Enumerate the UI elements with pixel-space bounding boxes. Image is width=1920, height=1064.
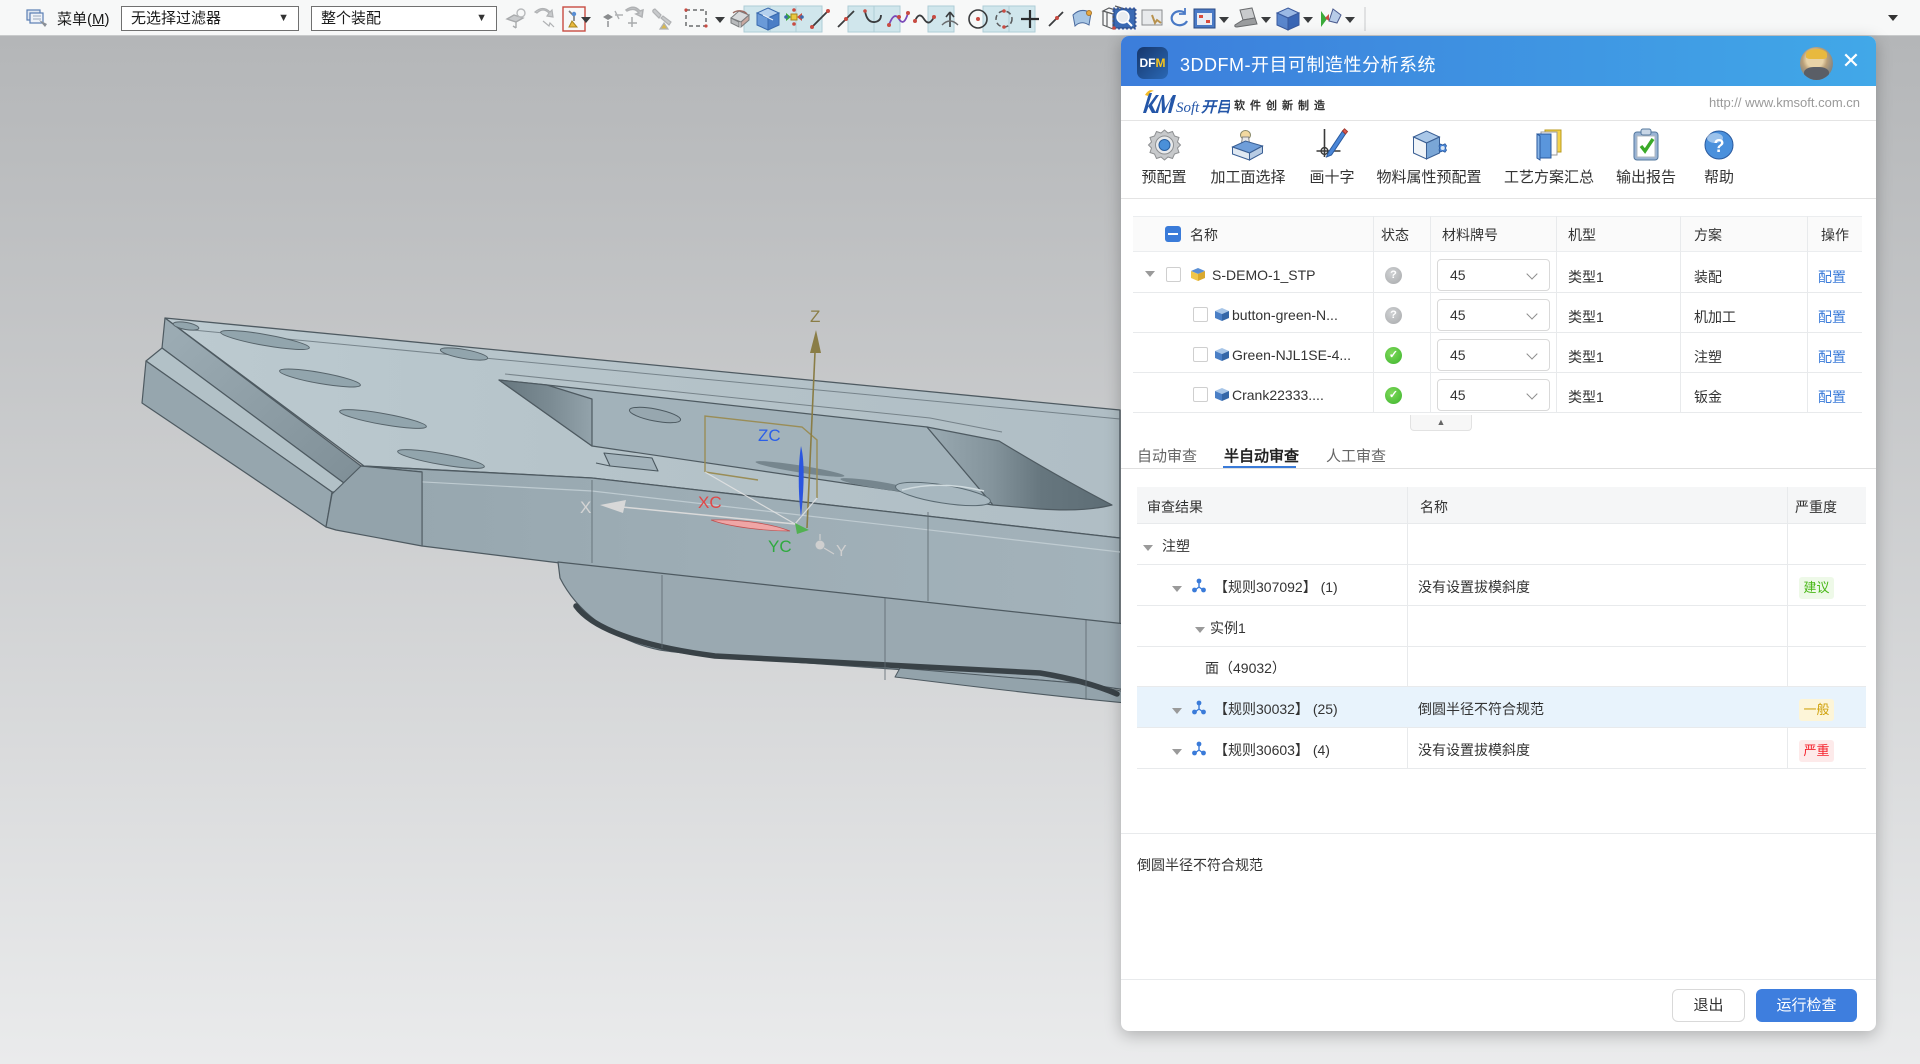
svg-text:X: X	[580, 498, 591, 517]
svg-text:ZC: ZC	[758, 426, 781, 445]
svg-text:YC: YC	[768, 537, 792, 556]
svg-text:Soft: Soft	[1176, 100, 1200, 116]
svg-text:开目: 开目	[1201, 99, 1230, 116]
svg-text:Y: Y	[836, 543, 847, 560]
svg-text:Z: Z	[810, 307, 820, 326]
svg-text:?: ?	[1714, 136, 1725, 156]
svg-text:XC: XC	[698, 493, 722, 512]
